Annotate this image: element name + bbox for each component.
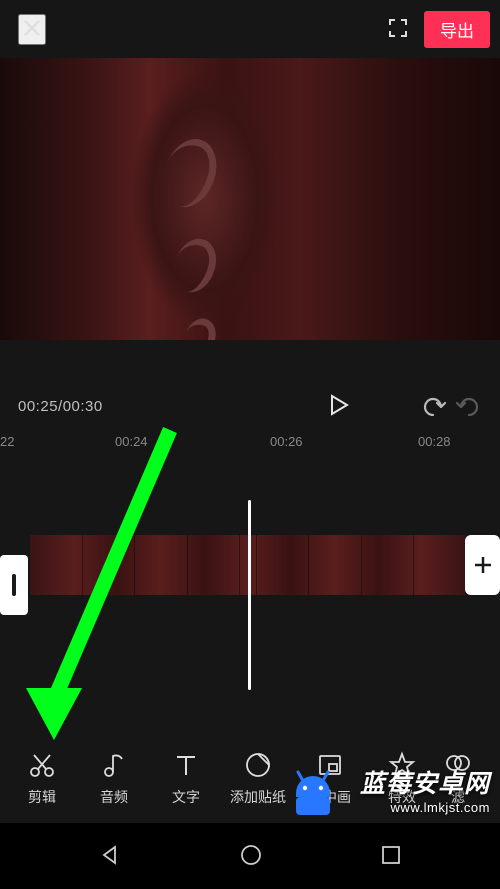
square-recent-icon bbox=[380, 844, 402, 866]
ruler-tick: 22 bbox=[0, 434, 14, 449]
app-root: 导出 00:25/00:30 22 00:24 00:26 00:28 bbox=[0, 0, 500, 889]
tool-label: 文字 bbox=[172, 787, 200, 807]
ruler-tick: 00:26 bbox=[270, 434, 303, 449]
tool-label: 添加贴纸 bbox=[230, 787, 286, 807]
sticker-icon bbox=[244, 751, 272, 779]
ruler-tick: 00:28 bbox=[418, 434, 451, 449]
text-icon bbox=[172, 751, 200, 779]
tool-label: 剪辑 bbox=[28, 787, 56, 807]
top-bar: 导出 bbox=[0, 0, 500, 58]
triangle-back-icon bbox=[98, 843, 122, 867]
redo-button[interactable] bbox=[456, 394, 482, 419]
quality-button[interactable] bbox=[386, 16, 410, 43]
ruler-tick: 00:24 bbox=[115, 434, 148, 449]
time-display: 00:25/00:30 bbox=[18, 398, 103, 415]
redo-icon bbox=[456, 394, 482, 416]
music-note-icon bbox=[100, 751, 128, 779]
tool-sticker[interactable]: 添加贴纸 bbox=[222, 751, 294, 807]
expand-icon bbox=[386, 16, 410, 40]
nav-home-button[interactable] bbox=[239, 843, 263, 870]
video-preview[interactable] bbox=[0, 58, 500, 340]
play-icon bbox=[328, 393, 350, 417]
playhead[interactable] bbox=[248, 500, 251, 690]
tool-audio[interactable]: 音频 bbox=[78, 751, 150, 807]
clip-start-handle[interactable] bbox=[0, 555, 28, 615]
circle-home-icon bbox=[239, 843, 263, 867]
export-button[interactable]: 导出 bbox=[424, 11, 490, 48]
watermark: 蓝莓安卓网 www.lmkjst.com bbox=[360, 764, 490, 815]
android-logo-icon bbox=[290, 767, 336, 817]
tool-label: 音频 bbox=[100, 787, 128, 807]
tool-text[interactable]: 文字 bbox=[150, 751, 222, 807]
undo-button[interactable] bbox=[420, 394, 446, 419]
nav-recent-button[interactable] bbox=[380, 844, 402, 869]
timeline-ruler[interactable]: 22 00:24 00:26 00:28 bbox=[0, 430, 500, 454]
nav-back-button[interactable] bbox=[98, 843, 122, 870]
close-icon bbox=[20, 16, 44, 40]
tool-edit[interactable]: 剪辑 bbox=[6, 751, 78, 807]
system-nav-bar bbox=[0, 823, 500, 889]
watermark-title: 蓝莓安卓网 bbox=[360, 764, 490, 800]
playback-controls: 00:25/00:30 bbox=[0, 378, 500, 434]
add-clip-button[interactable] bbox=[465, 535, 500, 595]
scissors-icon bbox=[28, 751, 56, 779]
close-button[interactable] bbox=[18, 14, 46, 45]
plus-icon bbox=[472, 554, 494, 576]
timeline[interactable] bbox=[0, 455, 500, 655]
play-button[interactable] bbox=[328, 393, 350, 420]
watermark-url: www.lmkjst.com bbox=[360, 800, 490, 815]
undo-icon bbox=[420, 394, 446, 416]
